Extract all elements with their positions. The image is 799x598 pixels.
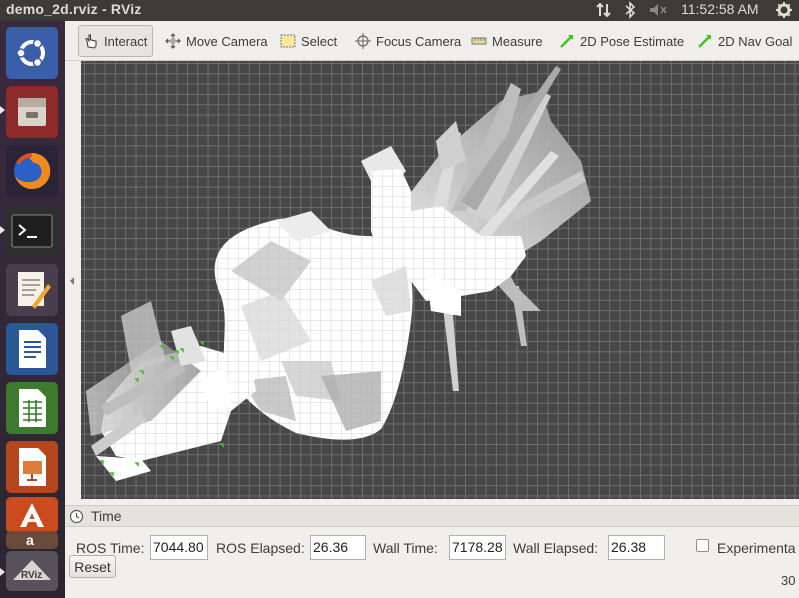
wall-elapsed-label: Wall Elapsed:	[513, 540, 599, 556]
window-title: demo_2d.rviz - RViz	[6, 1, 142, 17]
focus-camera-tool[interactable]: Focus Camera	[355, 25, 461, 57]
measure-tool[interactable]: Measure	[471, 25, 543, 57]
writer-icon[interactable]	[6, 323, 58, 375]
files-icon[interactable]	[6, 86, 58, 138]
rviz-icon[interactable]: RViz	[6, 551, 58, 591]
impress-icon[interactable]	[6, 441, 58, 493]
fps-readout: 30	[781, 573, 796, 588]
collapse-arrow-icon	[70, 277, 74, 285]
network-icon[interactable]	[595, 1, 613, 22]
ruler-icon	[471, 36, 487, 46]
svg-text:RViz: RViz	[21, 570, 42, 581]
gear-icon[interactable]	[775, 1, 793, 22]
calc-icon[interactable]	[6, 382, 58, 434]
amazon-icon[interactable]: a	[6, 531, 58, 549]
wall-time-field[interactable]: 7178.28	[449, 535, 506, 560]
render-viewport[interactable]	[81, 61, 799, 499]
experimental-label: Experimenta	[717, 540, 796, 556]
tool-bar: Interact Move Camera Select Focus Camera…	[65, 21, 799, 61]
svg-text:a: a	[26, 532, 34, 548]
2d-nav-goal-tool[interactable]: 2D Nav Goal	[697, 25, 792, 57]
ros-elapsed-label: ROS Elapsed:	[216, 540, 305, 556]
running-indicator-terminal	[0, 226, 5, 234]
volume-muted-icon[interactable]	[648, 1, 668, 22]
select-label: Select	[301, 33, 338, 49]
firefox-icon[interactable]	[6, 145, 58, 197]
2d-pose-estimate-tool[interactable]: 2D Pose Estimate	[559, 25, 684, 57]
green-arrow-icon	[559, 33, 575, 49]
collapse-handle[interactable]	[65, 61, 80, 499]
clock[interactable]: 11:52:58 AM	[681, 1, 759, 17]
ubuntu-dash-icon[interactable]	[6, 27, 58, 79]
pose-estimate-label: 2D Pose Estimate	[580, 33, 685, 49]
clock-icon	[69, 509, 84, 527]
experimental-checkbox[interactable]	[696, 539, 709, 552]
text-editor-icon[interactable]	[6, 264, 58, 316]
green-arrow-icon	[697, 33, 713, 49]
running-indicator	[0, 106, 5, 114]
launcher: a RViz	[0, 21, 65, 598]
crosshair-icon	[355, 33, 371, 49]
ros-time-label: ROS Time:	[76, 540, 145, 556]
wall-elapsed-field[interactable]: 26.38	[608, 535, 665, 560]
reset-button[interactable]: Reset	[69, 555, 116, 578]
time-panel-title: Time	[91, 508, 122, 524]
ros-time-field[interactable]: 7044.80	[150, 535, 208, 560]
time-panel-header: Time	[65, 506, 799, 527]
bluetooth-icon[interactable]	[624, 1, 636, 22]
ros-elapsed-field[interactable]: 26.36	[310, 535, 366, 560]
selection-box-icon	[280, 34, 296, 48]
focus-camera-label: Focus Camera	[376, 33, 462, 49]
active-indicator	[0, 568, 5, 576]
select-tool[interactable]: Select	[280, 25, 337, 57]
wall-time-label: Wall Time:	[373, 540, 438, 556]
interact-label: Interact	[104, 33, 148, 49]
move-arrows-icon	[165, 33, 181, 49]
top-panel: demo_2d.rviz - RViz 11:52:58 AM	[0, 0, 799, 21]
software-center-icon[interactable]	[6, 497, 58, 533]
move-camera-tool[interactable]: Move Camera	[165, 25, 268, 57]
time-panel: Time ROS Time: 7044.80 ROS Elapsed: 26.3…	[65, 505, 799, 598]
occupancy-map	[86, 66, 591, 481]
terminal-icon[interactable]	[6, 205, 58, 257]
nav-goal-label: 2D Nav Goal	[718, 33, 793, 49]
measure-label: Measure	[492, 33, 543, 49]
interact-tool[interactable]: Interact	[78, 25, 154, 57]
move-camera-label: Move Camera	[186, 33, 268, 49]
hand-pointer-icon	[83, 33, 99, 49]
rviz-window: Interact Move Camera Select Focus Camera…	[65, 21, 799, 598]
